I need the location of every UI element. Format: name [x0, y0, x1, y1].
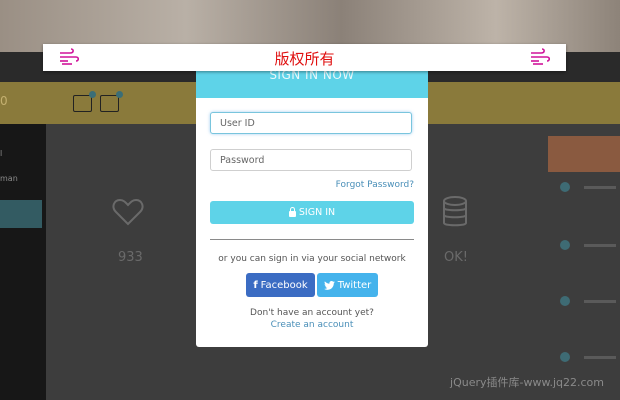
password-input[interactable]	[210, 149, 412, 171]
background-notification-dot	[560, 296, 570, 306]
divider	[210, 239, 414, 240]
copyright-banner: 版权所有	[43, 44, 566, 71]
background-sidebar-active	[0, 200, 42, 228]
social-signin-text: or you can sign in via your social netwo…	[218, 254, 406, 264]
facebook-label: Facebook	[260, 279, 308, 291]
background-doc-icon	[100, 91, 123, 112]
facebook-button[interactable]: f Facebook	[246, 273, 315, 297]
background-sidebar-item: l	[0, 149, 3, 158]
twitter-label: Twitter	[337, 279, 372, 291]
database-icon	[443, 196, 467, 227]
heart-icon	[112, 198, 144, 226]
background-stat-value: OK!	[444, 250, 468, 265]
background-toolbar-text: 0	[0, 94, 8, 108]
background-notification-dot	[560, 240, 570, 250]
banner-title: 版权所有	[274, 50, 335, 68]
wind-icon	[531, 48, 551, 65]
background-notifications-header	[548, 136, 620, 172]
background-notification-dot	[560, 352, 570, 362]
sign-in-button[interactable]: SIGN IN	[210, 201, 414, 224]
background-sidebar-item: man	[0, 174, 18, 183]
background-list-icon	[73, 91, 96, 112]
background-notification-line	[584, 244, 616, 247]
twitter-button[interactable]: Twitter	[317, 273, 378, 297]
lock-icon	[288, 207, 296, 217]
no-account-text: Don't have an account yet?	[250, 308, 374, 318]
user-id-input[interactable]	[210, 112, 412, 134]
facebook-icon: f	[253, 279, 258, 291]
twitter-icon	[323, 280, 335, 290]
create-account-link[interactable]: Create an account	[196, 320, 428, 330]
forgot-password-link[interactable]: Forgot Password?	[336, 180, 414, 190]
background-sidebar: l man	[0, 124, 46, 400]
background-notification-dot	[560, 182, 570, 192]
background-notification-line	[584, 186, 616, 189]
sign-in-label: SIGN IN	[298, 207, 336, 218]
login-modal: SIGN IN NOW Forgot Password? SIGN IN or …	[196, 64, 428, 347]
background-notification-line	[584, 300, 616, 303]
watermark-text: jQuery插件库-www.jq22.com	[450, 376, 604, 389]
background-stat-value: 933	[118, 250, 143, 265]
background-notification-line	[584, 356, 616, 359]
